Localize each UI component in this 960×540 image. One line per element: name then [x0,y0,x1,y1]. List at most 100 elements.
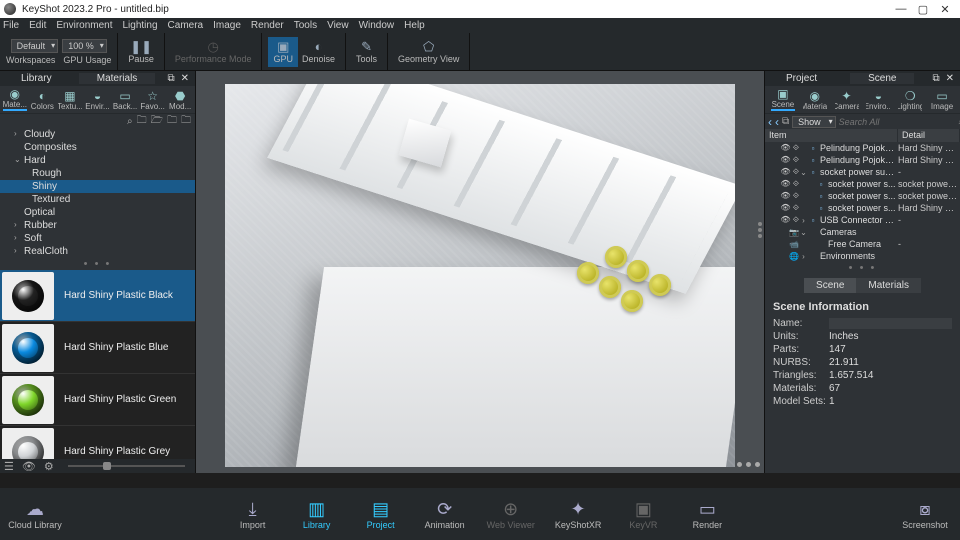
subtab-materials[interactable]: Materials [856,278,921,293]
scene-tree-row[interactable]: 🌐›Environments [765,250,960,262]
project-cat-image[interactable]: ▭Image [930,89,954,111]
material-item[interactable]: Hard Shiny Plastic Green [0,374,195,426]
scene-tree-row[interactable]: 📷⌄Cameras [765,226,960,238]
scene-tree-row[interactable]: 👁 ⟐›▫USB Connector Ty...- [765,214,960,226]
render-viewport[interactable] [196,71,764,473]
gpu-button[interactable]: ▣GPU [268,37,298,67]
tree-node-rubber[interactable]: ›Rubber [0,219,195,232]
tree-node-composites[interactable]: Composites [0,141,195,154]
menu-view[interactable]: View [327,20,349,31]
nav-back2-button[interactable]: ‹ [775,115,779,129]
menu-edit[interactable]: Edit [29,20,46,31]
denoise-button[interactable]: ◐Denoise [298,40,339,64]
menu-help[interactable]: Help [404,20,425,31]
bottom-render-button[interactable]: ▭Render [685,498,729,530]
col-detail[interactable]: Detail [898,129,960,142]
geometry-view-button[interactable]: ⬠Geometry View [394,40,463,64]
menu-image[interactable]: Image [213,20,241,31]
menu-render[interactable]: Render [251,20,284,31]
scene-tree-row[interactable]: 👁 ⟐▫socket power s...socket power s... [765,178,960,190]
bottom-animation-button[interactable]: ⟳Animation [423,498,467,530]
bottom-library-button[interactable]: ▥Library [295,498,339,530]
tree-node-hard[interactable]: ⌄Hard [0,154,195,167]
menu-environment[interactable]: Environment [56,20,112,31]
library-cat-favo[interactable]: ☆Favo... [141,89,165,111]
menu-tools[interactable]: Tools [294,20,317,31]
tree-node-textured[interactable]: Textured [0,193,195,206]
library-cat-mod[interactable]: ⬣Mod... [168,89,192,111]
cloud-library-button[interactable]: ☁Cloud Library [8,498,62,530]
project-cat-lighting[interactable]: ❍Lighting [898,89,922,111]
menu-lighting[interactable]: Lighting [123,20,158,31]
gear-icon[interactable]: ⚙ [44,460,54,473]
subtab-scene[interactable]: Scene [804,278,856,293]
eye-icon[interactable]: 👁 [22,460,36,473]
search-icon[interactable]: ⌕ [127,116,133,127]
scene-tree-row[interactable]: 👁 ⟐⌄▫socket power supp...- [765,166,960,178]
undock-project-button[interactable]: ⧉ [929,73,942,84]
tree-node-shiny[interactable]: Shiny [0,180,195,193]
list-view-icon[interactable]: ☰ [4,460,14,473]
close-project-button[interactable]: ✕ [943,73,957,84]
close-button[interactable]: ✕ [934,3,956,16]
bottom-web-viewer-button[interactable]: ⊕Web Viewer [487,498,535,530]
zoom-combo[interactable]: 100 % [62,39,107,53]
scene-tree-row[interactable]: 👁 ⟐▫Pelindung Pojokka...Hard Shiny Plas.… [765,154,960,166]
name-field[interactable] [829,318,952,329]
panel-drag-handle[interactable]: • • • [765,262,960,274]
material-item[interactable]: Hard Shiny Plastic Black [0,270,195,322]
scene-tree-row[interactable]: 📹Free Camera- [765,238,960,250]
library-cat-mate[interactable]: ◉Mate... [3,87,27,111]
show-filter-combo[interactable]: Show [792,116,836,128]
col-item[interactable]: Item [765,129,898,142]
folder-import-icon[interactable]: 🗀 [181,113,191,130]
bottom-project-button[interactable]: ▤Project [359,498,403,530]
tree-node-optical[interactable]: Optical [0,206,195,219]
gpu-usage-label[interactable]: GPU Usage [63,55,111,65]
materials-tab[interactable]: Materials [79,73,156,84]
tree-node-soft[interactable]: ›Soft [0,232,195,245]
material-item[interactable]: Hard Shiny Plastic Blue [0,322,195,374]
bottom-keyshotxr-button[interactable]: ✦KeyShotXR [555,498,602,530]
workspace-preset-combo[interactable]: Default [11,39,59,53]
project-cat-material[interactable]: ◉Material [803,89,827,111]
folder-new-icon[interactable]: 🗀 [137,113,147,130]
project-cat-scene[interactable]: ▣Scene [771,87,795,111]
tree-node-cloudy[interactable]: ›Cloudy [0,128,195,141]
collapse-all-icon[interactable]: ⧉ [782,116,789,127]
scene-tree-row[interactable]: 👁 ⟐▫Pelindung Pojokka...Hard Shiny Plas.… [765,142,960,154]
menu-window[interactable]: Window [359,20,395,31]
bottom-import-button[interactable]: ⤓Import [231,498,275,530]
material-item[interactable]: Hard Shiny Plastic Grey [0,426,195,459]
close-panel-button[interactable]: ✕ [178,73,192,84]
tree-node-rough[interactable]: Rough [0,167,195,180]
scene-tree-row[interactable]: 👁 ⟐▫socket power s...Hard Shiny Plas... [765,202,960,214]
nav-back-button[interactable]: ‹ [768,115,772,129]
undock-panel-button[interactable]: ⧉ [164,73,177,84]
library-cat-textu[interactable]: ▦Textu... [58,89,82,111]
project-tab[interactable]: Project [768,73,835,84]
library-tab[interactable]: Library [3,73,70,84]
scene-tab[interactable]: Scene [850,73,914,84]
library-cat-colors[interactable]: ◐Colors [30,89,54,111]
scene-tree-row[interactable]: 👁 ⟐▫socket power s...socket power s... [765,190,960,202]
library-cat-envir[interactable]: ◒Envir... [85,89,109,111]
panel-drag-handle[interactable]: • • • [0,258,195,270]
maximize-button[interactable]: ▢ [912,3,934,16]
scene-search-input[interactable] [839,117,956,127]
menu-file[interactable]: File [3,20,19,31]
folder-open-icon[interactable]: 🗁 [151,113,163,130]
thumbnail-size-slider[interactable] [68,465,185,467]
performance-mode-button[interactable]: ◷Performance Mode [171,40,256,64]
screenshot-button[interactable]: ⧇Screenshot [902,498,948,530]
tree-node-realcloth[interactable]: ›RealCloth [0,245,195,258]
library-cat-back[interactable]: ▭Back... [113,89,137,111]
tools-button[interactable]: ✎Tools [352,40,381,64]
workspaces-label[interactable]: Workspaces [6,55,55,65]
folder-refresh-icon[interactable]: 🗀 [167,113,177,130]
project-cat-enviro[interactable]: ◒Enviro... [866,89,890,111]
minimize-button[interactable]: — [890,3,912,15]
bottom-keyvr-button[interactable]: ▣KeyVR [621,498,665,530]
pause-button[interactable]: ❚❚Pause [124,40,158,64]
menu-camera[interactable]: Camera [168,20,204,31]
